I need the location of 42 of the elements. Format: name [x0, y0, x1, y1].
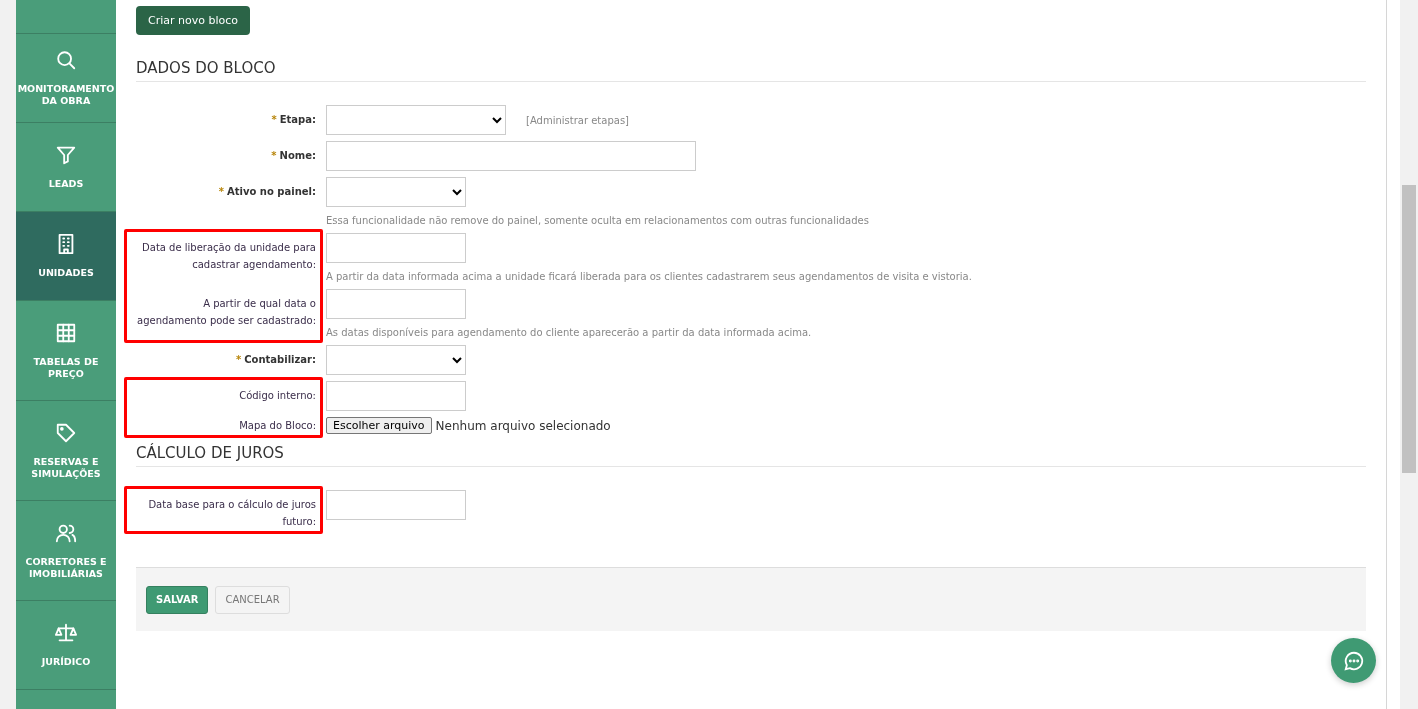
choose-file-button[interactable]: Escolher arquivo: [326, 417, 432, 434]
manage-stages-link[interactable]: [Administrar etapas]: [526, 114, 629, 126]
save-button[interactable]: SALVAR: [146, 585, 209, 614]
input-field[interactable]: [326, 381, 466, 411]
input-field[interactable]: [326, 141, 696, 171]
select-field[interactable]: [326, 177, 466, 207]
sidebar-item[interactable]: RESERVAS E SIMULAÇÕES: [16, 401, 116, 501]
field-label: * Ativo no painel:: [217, 185, 317, 199]
sidebar-item[interactable]: UNIDADES: [16, 212, 116, 301]
field-label: Data base para o cálculo de juros futuro:: [147, 498, 317, 529]
sidebar-item[interactable]: TABELAS DE PREÇO: [16, 301, 116, 401]
help-text: As datas disponíveis para agendamento do cliente aparecerão a partir da data informada acima.: [326, 326, 812, 339]
field-label: Código interno:: [238, 389, 317, 403]
select-field[interactable]: [326, 345, 466, 375]
field-label: * Etapa:: [270, 113, 317, 127]
input-field[interactable]: [326, 490, 466, 520]
search-icon: [55, 49, 77, 71]
chat-bubble-icon: [1342, 649, 1365, 672]
sidebar-item[interactable]: MONITORAMENTO DA OBRA: [16, 34, 116, 123]
input-field[interactable]: [326, 289, 466, 319]
sidebar-item[interactable]: JURÍDICO: [16, 601, 116, 690]
file-status: Nenhum arquivo selecionado: [435, 418, 611, 433]
field-label: Data de liberação da unidade para cadastrar agendamento:: [141, 241, 317, 272]
create-block-button[interactable]: Criar novo bloco: [136, 6, 250, 35]
tag-icon: [55, 421, 77, 444]
funnel-icon: [55, 144, 77, 166]
field-label: * Contabilizar:: [234, 353, 317, 367]
help-text: Essa funcionalidade não remove do painel, somente oculta em relacionamentos com outras funcionalidades: [326, 214, 869, 227]
scrollbar-thumb[interactable]: [1402, 185, 1416, 473]
chat-button[interactable]: [1331, 638, 1376, 683]
field-label: Mapa do Bloco:: [238, 419, 317, 433]
field-label: A partir de qual data o agendamento pode ser cadastrado:: [136, 297, 317, 328]
select-field[interactable]: [326, 105, 506, 135]
grid-icon: [55, 321, 77, 344]
field-label: * Nome:: [270, 149, 317, 163]
section-heading: CÁLCULO DE JUROS: [136, 444, 1366, 467]
cancel-button[interactable]: CANCELAR: [215, 585, 290, 614]
section-heading: DADOS DO BLOCO: [136, 59, 1366, 82]
scales-icon: [55, 622, 77, 644]
help-text: A partir da data informada acima a unidade ficará liberada para os clientes cadastrarem seus agendamentos de visita e vistoria.: [326, 270, 972, 283]
sidebar-item[interactable]: CORRETORES E IMOBILIÁRIAS: [16, 501, 116, 601]
input-field[interactable]: [326, 233, 466, 263]
